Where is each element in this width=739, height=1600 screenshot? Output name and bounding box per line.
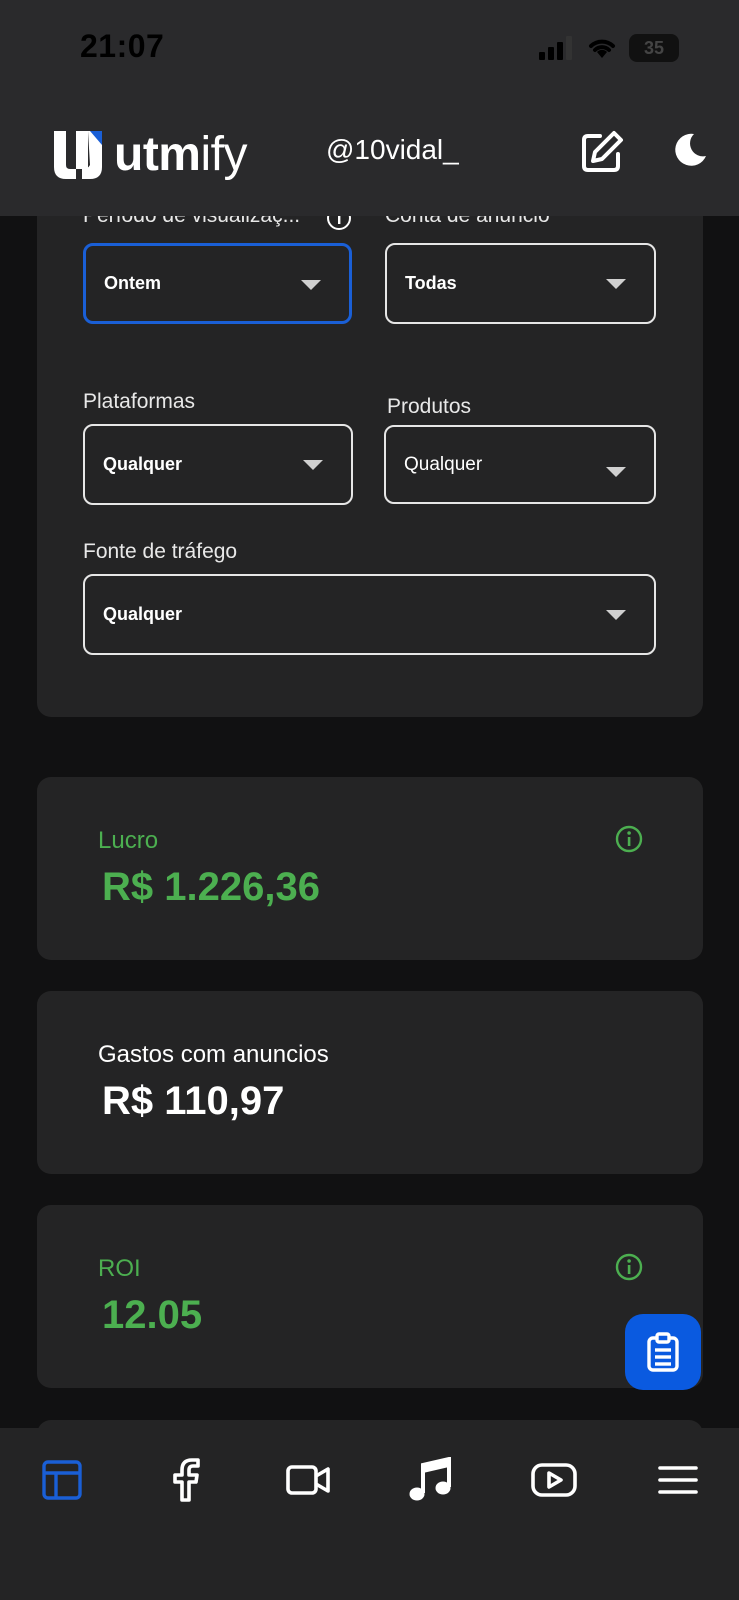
logo-text-bold: utm bbox=[114, 128, 201, 181]
moon-icon bbox=[675, 133, 706, 166]
ad-account-select-value: Todas bbox=[405, 273, 457, 293]
profit-value: R$ 1.226,36 bbox=[102, 865, 320, 909]
chevron-down-icon bbox=[606, 610, 626, 620]
nav-dashboard[interactable] bbox=[38, 1456, 86, 1504]
roi-value: 12.05 bbox=[102, 1293, 203, 1337]
wifi-icon bbox=[589, 39, 615, 58]
roi-label: ROI bbox=[98, 1255, 141, 1282]
username: @10vidal_ bbox=[326, 134, 459, 165]
platforms-select[interactable]: Qualquer bbox=[83, 424, 353, 505]
traffic-source-select[interactable]: Qualquer bbox=[83, 574, 656, 655]
battery-indicator: 35 bbox=[629, 34, 679, 62]
status-bar: 21:07 35 bbox=[0, 0, 739, 100]
youtube-icon bbox=[531, 1463, 577, 1497]
app-header: utmify @10vidal_ bbox=[0, 100, 739, 216]
platforms-label: Plataformas bbox=[83, 390, 196, 413]
status-time: 21:07 bbox=[80, 28, 165, 64]
ad-account-select[interactable]: Todas bbox=[385, 243, 656, 324]
chevron-down-icon bbox=[301, 280, 321, 290]
edit-icon bbox=[582, 131, 623, 172]
music-note-icon bbox=[409, 1457, 451, 1501]
platforms-select-value: Qualquer bbox=[103, 454, 183, 474]
ad-spend-card: Gastos com anuncios R$ 110,97 bbox=[37, 991, 703, 1174]
profit-label: Lucro bbox=[98, 827, 159, 854]
chevron-down-icon bbox=[606, 279, 626, 289]
status-icons: 35 bbox=[539, 34, 679, 62]
period-select[interactable]: Ontem bbox=[83, 243, 352, 324]
nav-menu[interactable] bbox=[654, 1456, 702, 1504]
products-label: Produtos bbox=[387, 395, 472, 418]
nav-youtube[interactable] bbox=[530, 1456, 578, 1504]
clipboard-icon bbox=[647, 1332, 679, 1372]
facebook-icon bbox=[173, 1458, 200, 1502]
filter-card: Período de visualizaç... Conta de anunci… bbox=[37, 160, 703, 717]
signal-icon bbox=[539, 36, 572, 60]
chevron-down-icon bbox=[606, 467, 626, 477]
period-select-value: Ontem bbox=[104, 273, 162, 293]
edit-button[interactable] bbox=[578, 128, 626, 176]
logo-mark-icon bbox=[54, 130, 102, 179]
traffic-source-select-value: Qualquer bbox=[103, 604, 183, 624]
nav-facebook[interactable] bbox=[162, 1456, 210, 1504]
chevron-down-icon bbox=[303, 460, 323, 470]
ad-spend-value: R$ 110,97 bbox=[102, 1079, 285, 1123]
ad-spend-label: Gastos com anuncios bbox=[98, 1041, 329, 1068]
nav-music[interactable] bbox=[406, 1456, 454, 1504]
products-select[interactable]: Qualquer bbox=[384, 425, 656, 504]
theme-toggle-button[interactable] bbox=[670, 130, 714, 174]
hamburger-menu-icon bbox=[658, 1466, 698, 1494]
profit-card: Lucro R$ 1.226,36 bbox=[37, 777, 703, 960]
traffic-source-label: Fonte de tráfego bbox=[83, 540, 238, 563]
bottom-nav bbox=[0, 1428, 739, 1600]
products-select-value: Qualquer bbox=[404, 453, 483, 475]
logo-text-light: ify bbox=[200, 128, 247, 181]
roi-info-icon[interactable] bbox=[615, 1253, 643, 1281]
clipboard-fab-button[interactable] bbox=[625, 1314, 701, 1390]
profit-info-icon[interactable] bbox=[615, 825, 643, 853]
utmify-logo[interactable]: utmify bbox=[52, 127, 247, 182]
nav-video[interactable] bbox=[284, 1456, 332, 1504]
dashboard-icon bbox=[42, 1460, 82, 1500]
logo-text: utmify bbox=[114, 127, 247, 182]
video-camera-icon bbox=[286, 1465, 330, 1495]
roi-card: ROI 12.05 bbox=[37, 1205, 703, 1388]
